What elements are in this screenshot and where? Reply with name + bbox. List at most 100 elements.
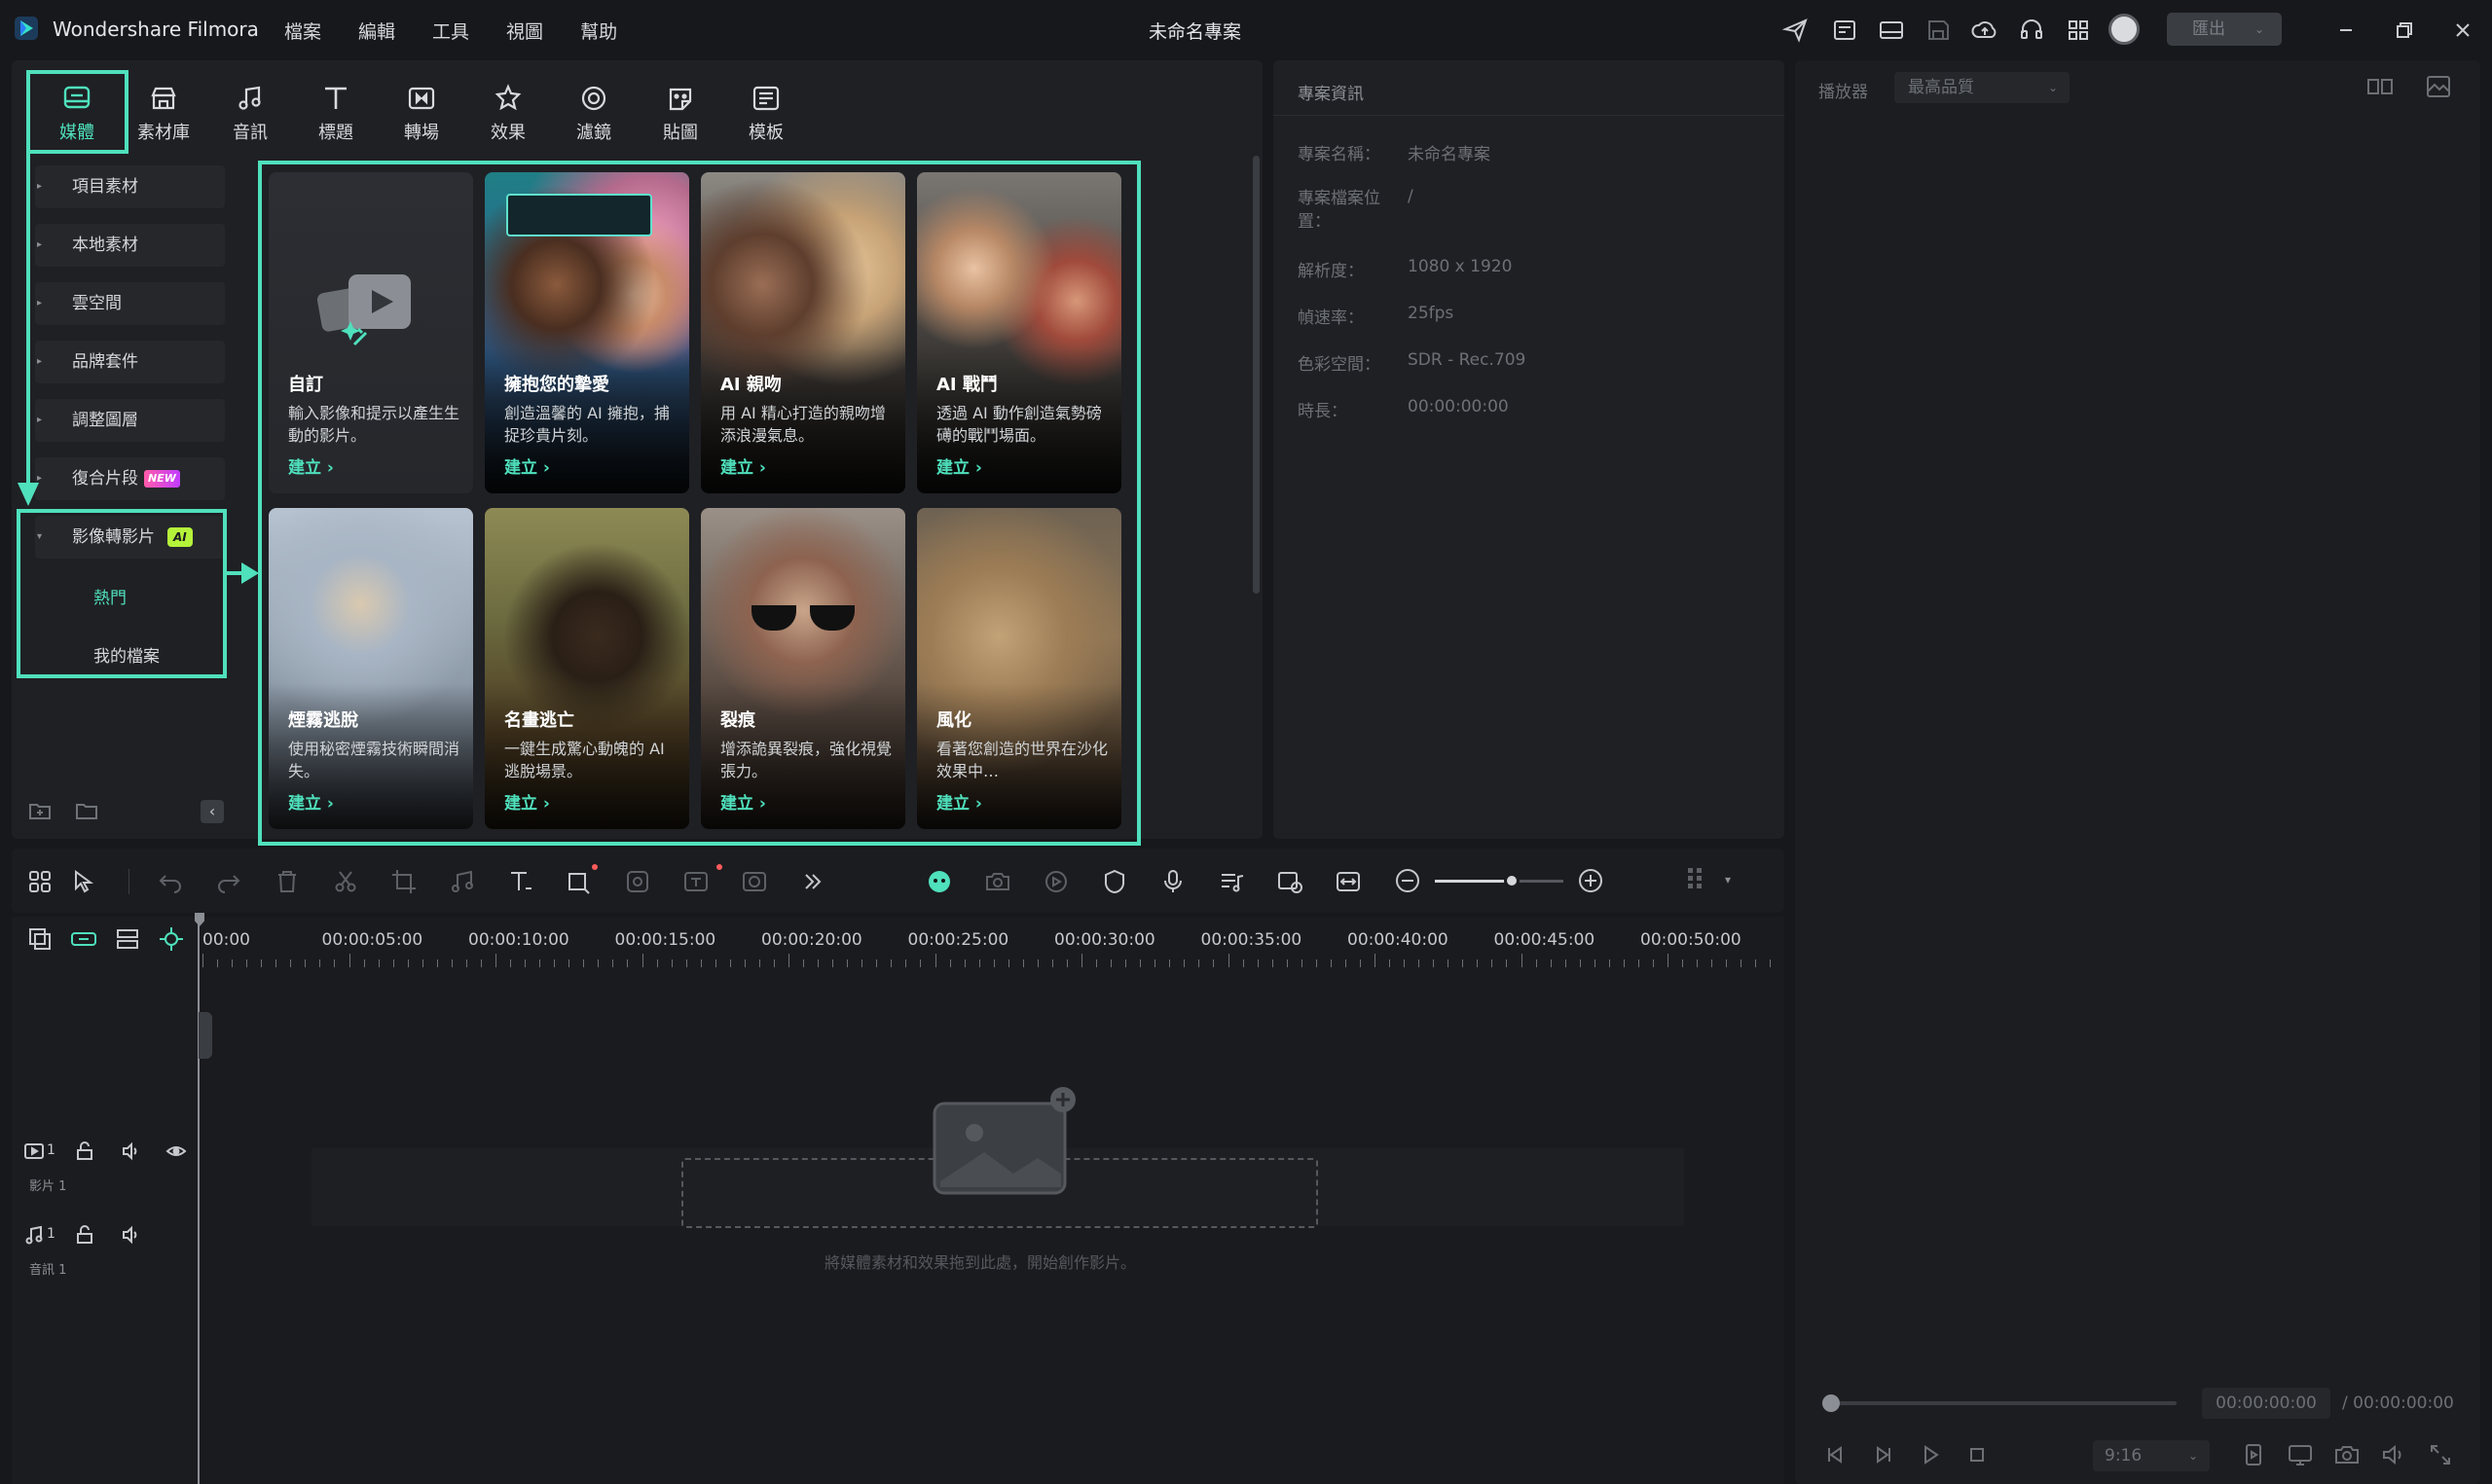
ai-text-icon[interactable] xyxy=(681,867,711,896)
shield-icon[interactable] xyxy=(1100,867,1129,896)
cut-icon[interactable] xyxy=(331,867,360,896)
template-card-hug[interactable]: 擁抱您的摯愛 創造溫馨的 AI 擁抱，捕捉珍貴片刻。 建立 › xyxy=(485,172,689,493)
template-card-crack[interactable]: 裂痕 增添詭異裂痕，強化視覺張力。 建立 › xyxy=(701,508,905,829)
collapse-sidebar-button[interactable]: ‹ xyxy=(201,800,224,823)
crop-icon[interactable] xyxy=(389,867,419,896)
menu-help[interactable]: 幫助 xyxy=(580,18,617,44)
create-button[interactable]: 建立 › xyxy=(720,453,766,478)
playback-handle[interactable] xyxy=(1822,1394,1840,1412)
ai-copilot-icon[interactable] xyxy=(925,867,954,896)
tab-title[interactable]: 標題 xyxy=(300,80,372,146)
template-card-painting[interactable]: 名畫逃亡 一鍵生成驚心動魄的 AI 逃脫場景。 建立 › xyxy=(485,508,689,829)
tab-sticker[interactable]: 貼圖 xyxy=(644,80,716,146)
shape-tool-icon[interactable] xyxy=(565,867,594,896)
create-button[interactable]: 建立 › xyxy=(720,789,766,814)
export-button[interactable]: 匯出 ⌄ xyxy=(2167,13,2282,46)
zoom-slider-track[interactable] xyxy=(1435,880,1563,883)
save-icon[interactable] xyxy=(1924,16,1953,45)
auto-camera-icon[interactable] xyxy=(983,867,1012,896)
tab-audio[interactable]: 音訊 xyxy=(214,80,286,146)
create-button[interactable]: 建立 › xyxy=(288,789,334,814)
audio-mute-icon[interactable] xyxy=(121,1140,142,1162)
add-track-icon[interactable] xyxy=(25,924,55,954)
play-icon[interactable] xyxy=(1916,1440,1945,1469)
delete-icon[interactable] xyxy=(273,867,302,896)
track-resize-handle[interactable] xyxy=(199,1012,212,1059)
sidebar-item-local-media[interactable]: ▸ 本地素材 xyxy=(35,224,225,267)
quality-dropdown[interactable]: 最高品質 ⌄ xyxy=(1894,72,2070,103)
timeline-layout-icon[interactable] xyxy=(1684,864,1707,897)
template-card-custom[interactable]: 自訂 輸入影像和提示以產生生動的影片。 建立 › xyxy=(269,172,473,493)
restore-icon[interactable] xyxy=(2390,16,2419,45)
sidebar-item-project-media[interactable]: ▸ 項目素材 xyxy=(35,165,225,208)
create-button[interactable]: 建立 › xyxy=(936,789,982,814)
menu-view[interactable]: 視圖 xyxy=(506,18,543,44)
fit-timeline-icon[interactable] xyxy=(1334,867,1363,896)
sidebar-item-adjustment-layer[interactable]: ▸ 調整圖層 xyxy=(35,399,225,442)
microphone-icon[interactable] xyxy=(1158,867,1188,896)
mask-icon[interactable] xyxy=(740,867,769,896)
more-tools-icon[interactable] xyxy=(798,867,827,896)
music-list-icon[interactable] xyxy=(1217,867,1246,896)
eye-visible-icon[interactable] xyxy=(165,1140,187,1162)
menu-tools[interactable]: 工具 xyxy=(432,18,469,44)
create-button[interactable]: 建立 › xyxy=(936,453,982,478)
display-icon[interactable] xyxy=(2286,1440,2315,1469)
menu-edit[interactable]: 編輯 xyxy=(358,18,395,44)
text-tool-icon[interactable] xyxy=(506,867,535,896)
lock-icon[interactable] xyxy=(74,1140,95,1162)
scene-layout-icon[interactable] xyxy=(25,867,55,896)
zoom-in-icon[interactable] xyxy=(1577,867,1604,894)
ai-effect-icon[interactable] xyxy=(623,867,652,896)
menu-file[interactable]: 檔案 xyxy=(284,18,321,44)
magnet-snap-icon[interactable] xyxy=(157,924,186,954)
undo-icon[interactable] xyxy=(156,867,185,896)
cloud-upload-icon[interactable] xyxy=(1970,16,1999,45)
tab-effects[interactable]: 效果 xyxy=(472,80,544,146)
timeline-ruler[interactable]: 00:00 00:00:05:00 00:00:10:00 00:00:15:00 00… xyxy=(199,917,1784,971)
next-frame-icon[interactable] xyxy=(1869,1440,1898,1469)
image-quality-icon[interactable] xyxy=(2424,72,2453,101)
zoom-out-icon[interactable] xyxy=(1394,867,1421,894)
lock-icon[interactable] xyxy=(74,1224,95,1246)
compare-view-icon[interactable] xyxy=(2365,72,2395,101)
create-button[interactable]: 建立 › xyxy=(504,453,550,478)
create-button[interactable]: 建立 › xyxy=(504,789,550,814)
apps-grid-icon[interactable] xyxy=(2064,16,2093,45)
fullscreen-icon[interactable] xyxy=(2426,1440,2455,1469)
minimize-icon[interactable] xyxy=(2331,16,2361,45)
sidebar-item-brand-kit[interactable]: ▸ 品牌套件 xyxy=(35,341,225,383)
tab-template[interactable]: 模板 xyxy=(730,80,802,146)
sidebar-item-cloud[interactable]: ▸ 雲空間 xyxy=(35,282,225,325)
new-folder-icon[interactable] xyxy=(27,798,53,823)
send-feedback-icon[interactable] xyxy=(1781,16,1811,45)
avatar[interactable] xyxy=(2108,14,2140,45)
template-card-smoke[interactable]: 煙霧逃脫 使用秘密煙霧技術瞬間消失。 建立 › xyxy=(269,508,473,829)
motion-track-icon[interactable] xyxy=(1042,867,1071,896)
audio-mute-icon[interactable] xyxy=(121,1224,142,1246)
render-preview-icon[interactable] xyxy=(2239,1440,2268,1469)
playback-scrubber[interactable] xyxy=(1822,1401,2177,1405)
tab-stock[interactable]: 素材庫 xyxy=(128,80,200,146)
tab-filter[interactable]: 濾鏡 xyxy=(558,80,630,146)
template-card-sand[interactable]: 風化 看著您創造的世界在沙化效果中… 建立 › xyxy=(917,508,1121,829)
audio-adjust-icon[interactable] xyxy=(448,867,477,896)
track-manager-icon[interactable] xyxy=(113,924,142,954)
template-card-kiss[interactable]: AI 親吻 用 AI 精心打造的親吻增添浪漫氣息。 建立 › xyxy=(701,172,905,493)
volume-icon[interactable] xyxy=(2379,1440,2408,1469)
storyboard-icon[interactable] xyxy=(1275,867,1304,896)
media-scrollbar[interactable] xyxy=(1253,156,1260,594)
close-icon[interactable] xyxy=(2448,16,2477,45)
folder-icon[interactable] xyxy=(74,798,99,823)
link-icon[interactable] xyxy=(69,924,98,954)
layout-icon[interactable] xyxy=(1877,16,1906,45)
tab-transition[interactable]: 轉場 xyxy=(385,80,458,146)
aspect-ratio-dropdown[interactable]: 9:16 ⌄ xyxy=(2093,1440,2210,1471)
select-tool-icon[interactable] xyxy=(70,867,99,896)
sidebar-item-compound-clip[interactable]: ▸ 復合片段 NEW xyxy=(35,457,225,500)
stop-icon[interactable] xyxy=(1962,1440,1992,1469)
support-headset-icon[interactable] xyxy=(2017,16,2046,45)
redo-icon[interactable] xyxy=(214,867,243,896)
tasks-icon[interactable] xyxy=(1830,16,1859,45)
prev-frame-icon[interactable] xyxy=(1820,1440,1850,1469)
